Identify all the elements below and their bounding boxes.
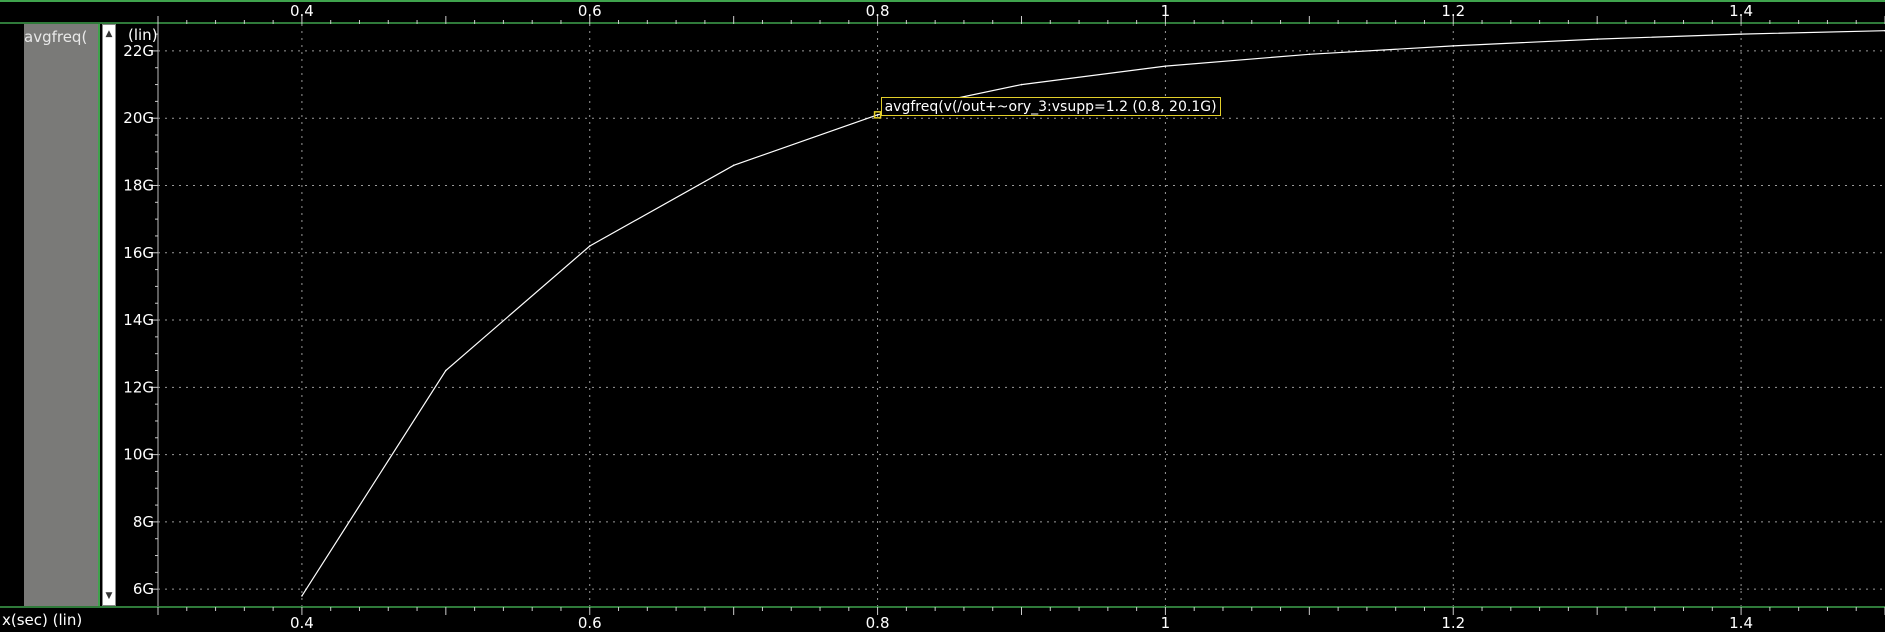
x-tick-label-top: 0.4 — [290, 2, 314, 20]
waveform-window: avgfreq( ▲ ▼ 0.4 0.4 0.6 0.6 0.8 0.8 1 1 1.2 1.2 1… — [0, 0, 1885, 632]
data-point — [445, 369, 447, 372]
y-tick-label: 12G — [123, 378, 154, 396]
x-tick-label-top: 0.8 — [866, 2, 890, 20]
y-tick-label: 8G — [133, 513, 154, 531]
x-tick-label-bottom: 1 — [1161, 614, 1171, 632]
data-point — [1020, 83, 1023, 86]
x-tick-label-bottom: 0.8 — [866, 614, 890, 632]
data-point — [876, 114, 879, 116]
x-tick-label-top: 1.4 — [1729, 2, 1753, 20]
x-tick-label-bottom: 0.6 — [578, 614, 602, 632]
y-tick-label: 10G — [123, 446, 154, 464]
data-point — [1308, 53, 1311, 56]
x-tick-label-top: 1 — [1161, 2, 1171, 20]
y-tick-label: 6G — [133, 580, 154, 598]
data-point — [732, 164, 735, 167]
y-tick-label: 20G — [123, 109, 154, 127]
y-tick-label: 22G — [123, 42, 154, 60]
point-marker-label[interactable]: avgfreq(v(/out+~ory_3:vsupp=1.2 (0.8, 20… — [880, 96, 1221, 116]
data-point — [1596, 38, 1598, 40]
x-tick-label-bottom: 1.4 — [1729, 614, 1753, 632]
y-tick-label: 16G — [123, 244, 154, 262]
x-tick-label-bottom: 1.2 — [1441, 614, 1465, 632]
data-point — [301, 595, 303, 597]
data-point — [1740, 33, 1742, 35]
y-tick-label: 14G — [123, 311, 154, 329]
y-tick-label: 18G — [123, 176, 154, 194]
y-scale-label: (lin) — [128, 26, 158, 44]
x-tick-label-bottom: 0.4 — [290, 614, 314, 632]
x-tick-label-top: 0.6 — [578, 2, 602, 20]
x-tick-label-top: 1.2 — [1441, 2, 1465, 20]
plot-area[interactable]: 0.4 0.4 0.6 0.6 0.8 0.8 1 1 1.2 1.2 1.4 1.4 6G 8G 10G 1… — [0, 0, 1885, 632]
data-point — [1452, 45, 1455, 47]
x-axis-label: x(sec) (lin) — [2, 611, 83, 629]
data-point — [588, 245, 591, 247]
data-point — [1164, 65, 1167, 67]
